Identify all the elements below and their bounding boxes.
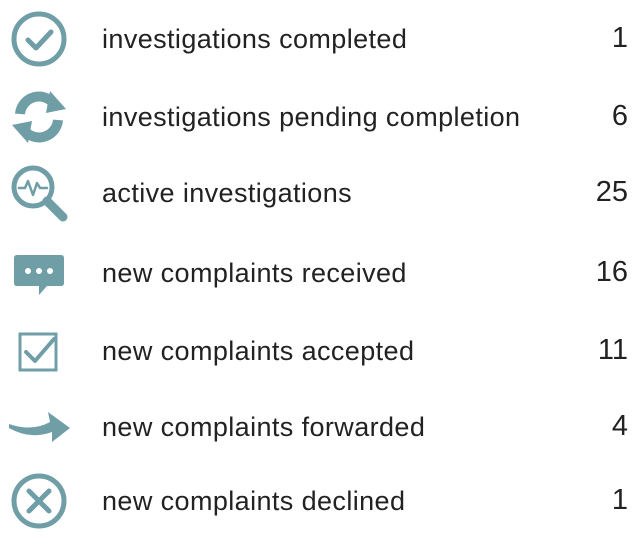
stat-label: investigations completed (102, 24, 408, 54)
x-circle-icon (6, 468, 72, 534)
stat-row-complaints-received: new complaints received 16 (0, 240, 633, 316)
stat-row-investigations-completed: investigations completed 1 (0, 6, 633, 82)
stat-label: new complaints received (102, 258, 407, 288)
stat-label: investigations pending completion (102, 102, 521, 132)
stat-value: 25 (595, 176, 628, 208)
magnifier-pulse-icon (6, 160, 72, 226)
stat-label: active investigations (102, 178, 353, 208)
refresh-arrows-icon (6, 84, 72, 150)
stat-label: new complaints declined (102, 486, 406, 516)
stat-label: new complaints forwarded (102, 412, 426, 442)
stat-value: 1 (611, 484, 628, 516)
stat-value: 6 (611, 100, 628, 132)
stat-label: new complaints accepted (102, 336, 415, 366)
stat-value: 11 (597, 334, 628, 366)
stat-row-active-investigations: active investigations 25 (0, 160, 633, 236)
stat-row-investigations-pending: investigations pending completion 6 (0, 84, 633, 160)
stat-value: 4 (611, 410, 628, 442)
stat-row-complaints-declined: new complaints declined 1 (0, 468, 633, 544)
stat-value: 16 (595, 256, 628, 288)
stat-row-complaints-forwarded: new complaints forwarded 4 (0, 394, 633, 470)
check-circle-icon (6, 6, 72, 72)
forward-arrow-icon (6, 394, 72, 460)
speech-bubble-icon (6, 240, 72, 306)
stats-list: investigations completed 1 investigation… (0, 0, 633, 529)
stat-row-complaints-accepted: new complaints accepted 11 (0, 318, 633, 394)
checkbox-icon (6, 318, 72, 384)
stat-value: 1 (611, 22, 628, 54)
